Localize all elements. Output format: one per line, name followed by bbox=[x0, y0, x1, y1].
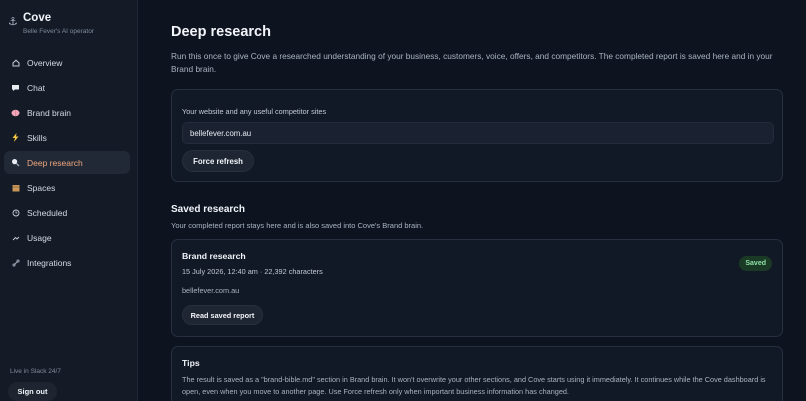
sidebar-item-brand-brain[interactable]: Brand brain bbox=[4, 101, 130, 124]
status-badge: Saved bbox=[739, 256, 772, 271]
force-refresh-button[interactable]: Force refresh bbox=[182, 150, 254, 172]
sidebar-nav: Overview Chat Brand brain Skills Deep re… bbox=[0, 51, 137, 274]
brain-icon bbox=[11, 108, 20, 117]
website-input[interactable] bbox=[182, 122, 774, 144]
sidebar-item-deep-research[interactable]: Deep research bbox=[4, 151, 130, 174]
sidebar-item-label: Deep research bbox=[27, 157, 83, 168]
slack-status: Live in Slack 24/7 bbox=[10, 368, 61, 375]
website-input-card: Your website and any useful competitor s… bbox=[171, 89, 783, 182]
sidebar-item-scheduled[interactable]: Scheduled bbox=[4, 201, 130, 224]
sidebar-item-label: Overview bbox=[27, 57, 63, 68]
package-icon bbox=[11, 183, 20, 192]
sidebar-item-spaces[interactable]: Spaces bbox=[4, 176, 130, 199]
brand-subtitle: Belle Fever's AI operator bbox=[23, 28, 94, 35]
sidebar-item-integrations[interactable]: Integrations bbox=[4, 251, 130, 274]
report-title: Brand research bbox=[182, 251, 246, 261]
sidebar-item-label: Chat bbox=[27, 82, 45, 93]
sidebar-item-overview[interactable]: Overview bbox=[4, 51, 130, 74]
sidebar: ⚓ Cove Belle Fever's AI operator Overvie… bbox=[0, 0, 138, 401]
sidebar-item-label: Skills bbox=[27, 132, 47, 143]
link-icon bbox=[11, 258, 20, 267]
sidebar-item-label: Scheduled bbox=[27, 207, 68, 218]
main-content: Deep research Run this once to give Cove… bbox=[138, 0, 806, 401]
anchor-icon: ⚓ bbox=[8, 16, 18, 28]
saved-research-heading: Saved research bbox=[171, 204, 245, 215]
home-icon bbox=[11, 58, 20, 67]
tips-title: Tips bbox=[182, 358, 200, 368]
sidebar-item-usage[interactable]: Usage bbox=[4, 226, 130, 249]
magnifier-icon bbox=[11, 158, 20, 167]
sidebar-item-chat[interactable]: Chat bbox=[4, 76, 130, 99]
page-intro: Run this once to give Cove a researched … bbox=[171, 51, 773, 74]
app-root: ⚓ Cove Belle Fever's AI operator Overvie… bbox=[0, 0, 806, 401]
tips-card: Tips The result is saved as a "brand-bib… bbox=[171, 346, 783, 401]
tips-body: The result is saved as a "brand-bible.md… bbox=[182, 375, 766, 396]
sidebar-item-label: Usage bbox=[27, 232, 52, 243]
sidebar-item-label: Integrations bbox=[27, 257, 72, 268]
sidebar-item-skills[interactable]: Skills bbox=[4, 126, 130, 149]
page-title: Deep research bbox=[171, 24, 271, 40]
clock-icon bbox=[11, 208, 20, 217]
saved-research-description: Your completed report stays here and is … bbox=[171, 221, 424, 230]
sidebar-item-label: Spaces bbox=[27, 182, 56, 193]
sign-out-button[interactable]: Sign out bbox=[8, 382, 57, 401]
chat-bubble-icon bbox=[11, 83, 20, 92]
website-field-label: Your website and any useful competitor s… bbox=[182, 107, 327, 116]
report-card: Brand research 15 July 2026, 12:40 am · … bbox=[171, 239, 783, 337]
sidebar-item-label: Brand brain bbox=[27, 107, 71, 118]
report-site: bellefever.com.au bbox=[182, 286, 240, 295]
chart-icon bbox=[11, 233, 20, 242]
brand-name: Cove bbox=[23, 12, 52, 24]
brand: ⚓ Cove Belle Fever's AI operator bbox=[0, 0, 137, 36]
read-saved-report-button[interactable]: Read saved report bbox=[182, 305, 263, 325]
report-meta: 15 July 2026, 12:40 am · 22,392 characte… bbox=[182, 267, 323, 276]
lightning-icon bbox=[11, 133, 20, 142]
